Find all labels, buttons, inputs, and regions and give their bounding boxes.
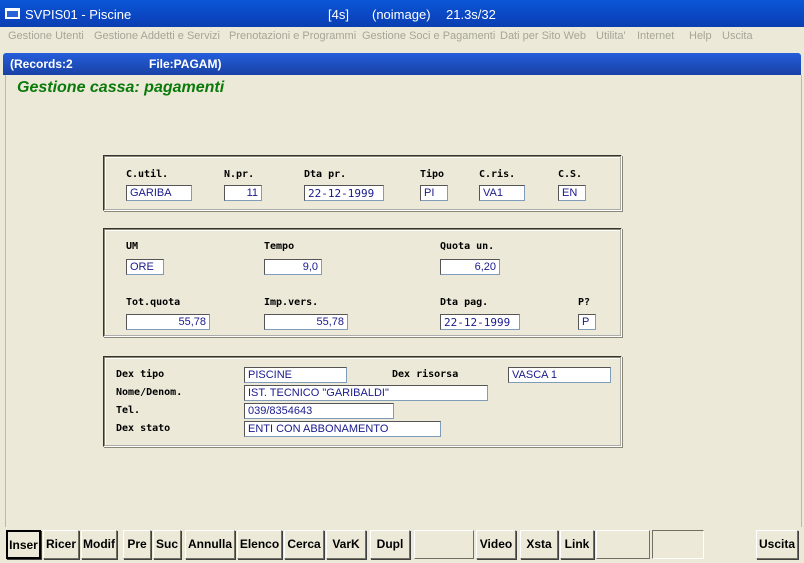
menu-uscita[interactable]: Uscita bbox=[722, 30, 753, 42]
tel-label: Tel. bbox=[116, 405, 141, 416]
menu-internet[interactable]: Internet bbox=[637, 30, 674, 42]
window-icon[interactable] bbox=[5, 8, 20, 19]
imp-vers-label: Imp.vers. bbox=[264, 297, 319, 308]
dex-stato-label: Dex stato bbox=[116, 423, 171, 434]
elenco-button[interactable]: Elenco bbox=[237, 530, 282, 559]
tel-field[interactable]: 039/8354643 bbox=[244, 403, 394, 419]
dta-pag-field[interactable]: 22-12-1999 bbox=[440, 314, 520, 330]
tempo-field[interactable]: 9,0 bbox=[264, 259, 322, 275]
record-status-bar: (Records:2 File:PAGAM) bbox=[3, 53, 801, 75]
page-title: Gestione cassa: pagamenti bbox=[17, 79, 225, 96]
modif-button[interactable]: Modif bbox=[81, 530, 117, 559]
menu-gestione-soci[interactable]: Gestione Soci e Pagamenti bbox=[362, 30, 495, 42]
dex-stato-field[interactable]: ENTI CON ABBONAMENTO bbox=[244, 421, 441, 437]
quota-un-label: Quota un. bbox=[440, 241, 495, 252]
tempo-label: Tempo bbox=[264, 241, 295, 252]
panel-prenotazione bbox=[103, 155, 622, 211]
menu-dati-sito-web[interactable]: Dati per Sito Web bbox=[500, 30, 586, 42]
menu-gestione-utenti[interactable]: Gestione Utenti bbox=[8, 30, 84, 42]
menu-gestione-addetti[interactable]: Gestione Addetti e Servizi bbox=[94, 30, 220, 42]
pre-button[interactable]: Pre bbox=[123, 530, 151, 559]
dta-pr-field[interactable]: 22-12-1999 bbox=[304, 185, 384, 201]
empty-button-3 bbox=[652, 530, 704, 559]
c-util-field[interactable]: GARIBA bbox=[126, 185, 192, 201]
um-label: UM bbox=[126, 241, 139, 252]
empty-button-1 bbox=[414, 530, 474, 559]
dta-pr-label: Dta pr. bbox=[304, 169, 347, 180]
timing-label: 21.3s/32 bbox=[446, 7, 496, 22]
dta-pag-label: Dta pag. bbox=[440, 297, 489, 308]
video-button[interactable]: Video bbox=[476, 530, 516, 559]
menu-help[interactable]: Help bbox=[689, 30, 712, 42]
dex-risorsa-label: Dex risorsa bbox=[392, 369, 459, 380]
dex-tipo-field[interactable]: PISCINE bbox=[244, 367, 347, 383]
menu-utilita[interactable]: Utilita' bbox=[596, 30, 626, 42]
c-s-label: C.S. bbox=[558, 169, 583, 180]
cerca-button[interactable]: Cerca bbox=[284, 530, 324, 559]
empty-button-2 bbox=[596, 530, 650, 559]
c-ris-field[interactable]: VA1 bbox=[479, 185, 525, 201]
c-s-field[interactable]: EN bbox=[558, 185, 586, 201]
tipo-field[interactable]: PI bbox=[420, 185, 448, 201]
suc-button[interactable]: Suc bbox=[153, 530, 181, 559]
dex-tipo-label: Dex tipo bbox=[116, 369, 165, 380]
ricer-button[interactable]: Ricer bbox=[43, 530, 79, 559]
nome-label: Nome/Denom. bbox=[116, 387, 183, 398]
tot-quota-field[interactable]: 55,78 bbox=[126, 314, 210, 330]
timer-label: [4s] bbox=[328, 7, 349, 22]
file-name: File:PAGAM) bbox=[149, 57, 222, 71]
records-count: (Records:2 bbox=[10, 57, 73, 71]
nome-field[interactable]: IST. TECNICO "GARIBALDI" bbox=[244, 385, 488, 401]
dupl-button[interactable]: Dupl bbox=[370, 530, 410, 559]
n-pr-label: N.pr. bbox=[224, 169, 255, 180]
quota-un-field[interactable]: 6,20 bbox=[440, 259, 500, 275]
link-button[interactable]: Link bbox=[560, 530, 594, 559]
menu-prenotazioni[interactable]: Prenotazioni e Programmi bbox=[229, 30, 356, 42]
p-field[interactable]: P bbox=[578, 314, 596, 330]
um-field[interactable]: ORE bbox=[126, 259, 164, 275]
window-title: SVPIS01 - Piscine bbox=[25, 7, 132, 22]
xsta-button[interactable]: Xsta bbox=[520, 530, 558, 559]
tipo-label: Tipo bbox=[420, 169, 445, 180]
imp-vers-field[interactable]: 55,78 bbox=[264, 314, 348, 330]
tot-quota-label: Tot.quota bbox=[126, 297, 181, 308]
vark-button[interactable]: VarK bbox=[326, 530, 366, 559]
menu-bar: Gestione Utenti Gestione Addetti e Servi… bbox=[0, 27, 804, 47]
image-label: (noimage) bbox=[372, 7, 431, 22]
n-pr-field[interactable]: 11 bbox=[224, 185, 262, 201]
dex-risorsa-field[interactable]: VASCA 1 bbox=[508, 367, 611, 383]
c-ris-label: C.ris. bbox=[479, 169, 516, 180]
p-label: P? bbox=[578, 297, 591, 308]
title-bar: SVPIS01 - Piscine [4s] (noimage) 21.3s/3… bbox=[0, 0, 804, 27]
c-util-label: C.util. bbox=[126, 169, 169, 180]
uscita-button[interactable]: Uscita bbox=[756, 530, 798, 559]
inser-button[interactable]: Inser bbox=[6, 530, 41, 559]
annulla-button[interactable]: Annulla bbox=[185, 530, 235, 559]
